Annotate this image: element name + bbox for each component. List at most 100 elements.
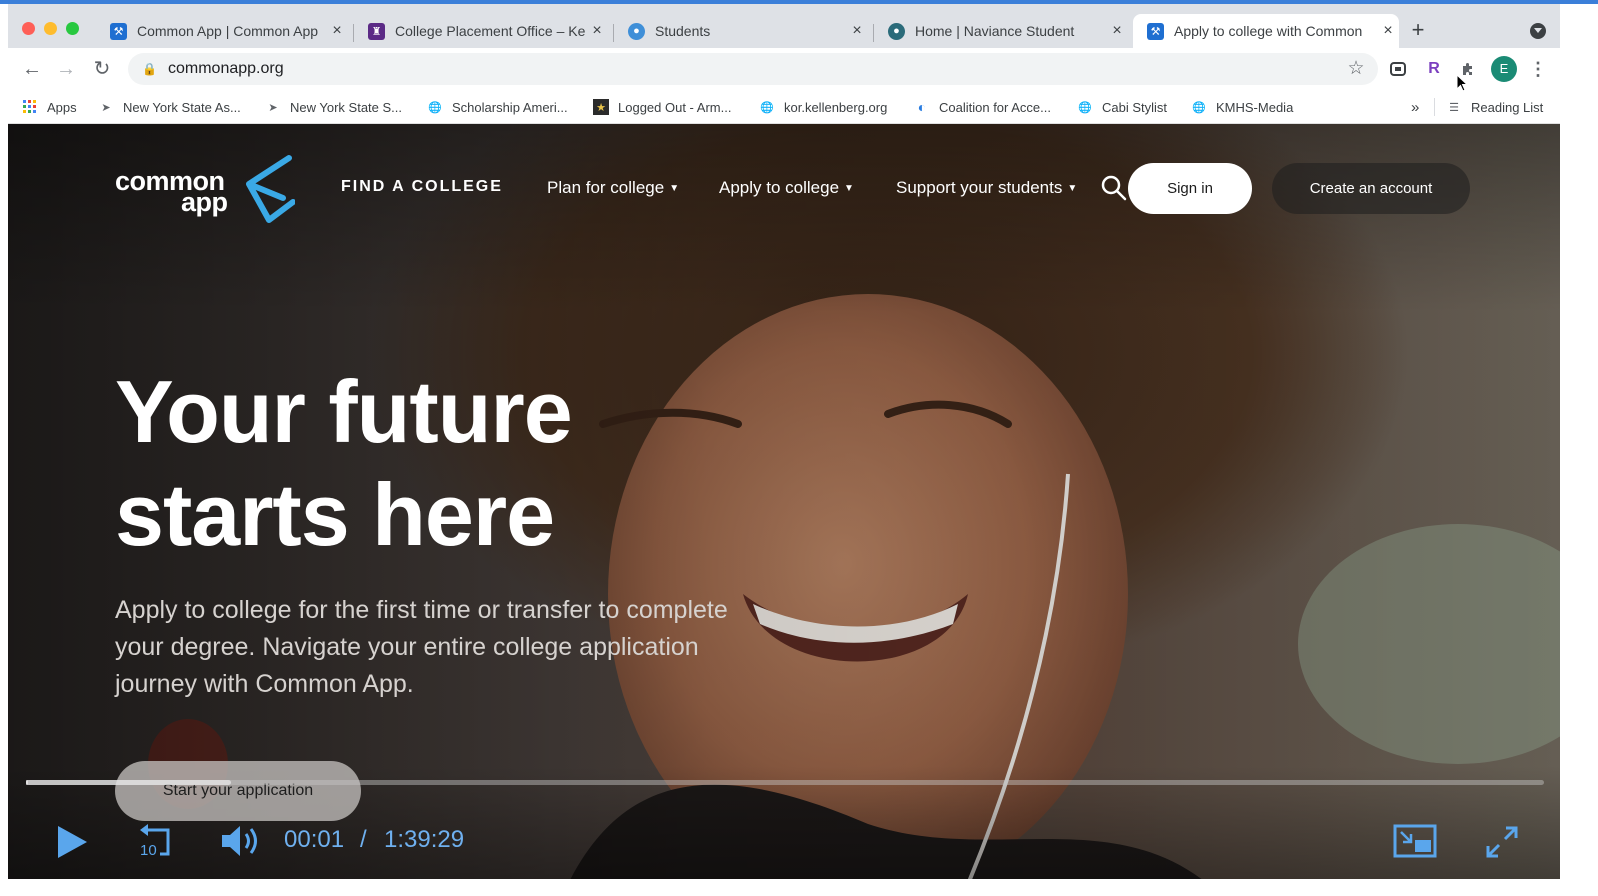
common-app-favicon-icon: ⚒ (1147, 22, 1164, 40)
naviance-favicon-icon: ● (888, 22, 905, 40)
bookmark-label: kor.kellenberg.org (784, 99, 888, 115)
close-tab-icon[interactable]: × (586, 22, 608, 40)
caret-down-icon: ▼ (669, 183, 680, 194)
bookmark-label: Cabi Stylist (1102, 99, 1168, 115)
profile-avatar[interactable]: E (1491, 56, 1517, 82)
close-tab-icon[interactable]: × (326, 22, 348, 40)
nav-label: Support your students (896, 178, 1063, 197)
globe-icon: 🌐 (1192, 101, 1206, 114)
tab-apply-common-app[interactable]: ⚒ Apply to college with Common × (1133, 14, 1399, 48)
globe-icon: 🌐 (428, 101, 442, 114)
nav-label: Apply to college (719, 178, 840, 197)
caret-down-icon: ▼ (1067, 183, 1078, 194)
search-icon[interactable] (1100, 174, 1128, 202)
tab-college-placement[interactable]: ♜ College Placement Office – Kel × (354, 14, 608, 48)
bookmark-label: Logged Out - Arm... (618, 99, 732, 115)
bookmark-nys-as[interactable]: ➤ New York State As... (98, 96, 240, 118)
coalition-icon: ◐ (917, 99, 927, 115)
close-tab-icon[interactable]: × (1377, 22, 1399, 40)
nav-support-your-students[interactable]: Support your students ▼ (896, 178, 1077, 198)
bookmark-logged-out-army[interactable]: ★ Logged Out - Arm... (593, 96, 731, 118)
extension-puzzle-box-icon[interactable] (1386, 57, 1410, 81)
url-text[interactable]: commonapp.org (168, 60, 284, 78)
nav-find-a-college[interactable]: FIND A COLLEGE (341, 178, 503, 196)
bookmark-apps[interactable]: Apps (22, 96, 77, 118)
close-tab-icon[interactable]: × (1106, 22, 1128, 40)
apps-grid-icon (22, 99, 38, 115)
screen: ⚒ Common App | Common App × ♜ College Pl… (0, 0, 1598, 896)
browser-toolbar: ← → ↻ 🔒 commonapp.org ☆ R E ⋮ (8, 48, 1560, 90)
tab-title: College Placement Office – Kel (395, 23, 586, 39)
caret-down-icon: ▼ (844, 183, 854, 194)
reload-icon[interactable]: ↻ (90, 57, 114, 81)
tab-title: Apply to college with Common (1174, 23, 1363, 39)
students-favicon-icon: ● (628, 22, 645, 40)
bookmark-label: New York State S... (290, 99, 403, 115)
headline-line-1: Your future (115, 362, 573, 461)
video-player[interactable]: common app FIND A COLLEGE Plan for colle… (8, 124, 1560, 879)
common-app-favicon-icon: ⚒ (110, 22, 127, 40)
bookmark-scholarship-america[interactable]: 🌐 Scholarship Ameri... (427, 96, 568, 118)
reading-list-button[interactable]: ☰ Reading List (1446, 96, 1543, 118)
globe-icon: 🌐 (760, 101, 774, 114)
bookmark-cabi-stylist[interactable]: 🌐 Cabi Stylist (1077, 96, 1167, 118)
rewind-10-button[interactable]: 10 (134, 820, 176, 860)
video-current-time: 00:01 (284, 826, 345, 853)
hero-headline: Your future starts here (115, 360, 573, 566)
volume-icon[interactable] (220, 822, 264, 860)
bookmark-kmhs-media[interactable]: 🌐 KMHS-Media (1191, 96, 1293, 118)
bookmark-label: Coalition for Acce... (939, 99, 1051, 115)
bookmark-star-icon[interactable]: ☆ (1344, 57, 1368, 81)
video-progress-bar[interactable] (26, 780, 1544, 785)
rewind-seconds-label: 10 (140, 842, 157, 859)
play-icon[interactable] (54, 824, 90, 860)
create-account-button[interactable]: Create an account (1272, 163, 1470, 214)
tab-title: Common App | Common App (137, 23, 319, 39)
bookmark-kor-kellenberg[interactable]: 🌐 kor.kellenberg.org (759, 96, 887, 118)
bookmark-coalition[interactable]: ◐ Coalition for Acce... (914, 96, 1051, 118)
logo-wordmark-line2: app (181, 187, 228, 217)
hero-subtext: Apply to college for the first time or t… (115, 596, 728, 698)
bird-icon: ➤ (101, 101, 111, 114)
video-buffer-fill (26, 780, 231, 785)
browser-tab-strip: ⚒ Common App | Common App × ♜ College Pl… (8, 4, 1560, 48)
picture-in-picture-icon[interactable] (1393, 824, 1437, 858)
close-tab-icon[interactable]: × (846, 22, 868, 40)
forward-arrow-icon[interactable]: → (54, 57, 78, 81)
back-arrow-icon[interactable]: ← (20, 57, 44, 81)
new-tab-plus-icon[interactable]: + (1406, 18, 1430, 42)
army-star-icon: ★ (593, 99, 609, 115)
tab-students[interactable]: ● Students × (614, 14, 868, 48)
bookmark-label: Scholarship Ameri... (452, 99, 568, 115)
tab-naviance[interactable]: ● Home | Naviance Student × (874, 14, 1128, 48)
video-time-separator: / (360, 826, 367, 853)
bookmark-label: KMHS-Media (1216, 99, 1294, 115)
bird-icon: ➤ (268, 101, 278, 114)
tab-search-icon[interactable] (1530, 23, 1546, 39)
bookmark-nys-s[interactable]: ➤ New York State S... (265, 96, 402, 118)
close-window-button[interactable] (22, 22, 35, 35)
tab-common-app[interactable]: ⚒ Common App | Common App × (96, 14, 348, 48)
maximize-window-button[interactable] (66, 22, 79, 35)
sign-in-button[interactable]: Sign in (1128, 163, 1252, 214)
globe-icon: 🌐 (1078, 101, 1092, 114)
nav-apply-to-college[interactable]: Apply to college ▼ (719, 178, 854, 198)
address-bar[interactable]: 🔒 commonapp.org (128, 53, 1378, 85)
nav-label: Plan for college (547, 178, 665, 197)
chrome-menu-icon[interactable]: ⋮ (1526, 57, 1550, 81)
extension-r-icon[interactable]: R (1422, 57, 1446, 81)
reading-list-label: Reading List (1471, 99, 1544, 115)
common-app-logo-mark-icon (246, 155, 295, 223)
nav-plan-for-college[interactable]: Plan for college ▼ (547, 178, 679, 198)
lock-icon[interactable]: 🔒 (142, 62, 157, 76)
start-application-button[interactable]: Start your application (115, 761, 361, 821)
minimize-window-button[interactable] (44, 22, 57, 35)
fullscreen-icon[interactable] (1484, 824, 1520, 860)
bookmark-label: Apps (47, 99, 77, 115)
video-total-time: 1:39:29 (384, 826, 465, 853)
video-progress-fill (26, 780, 28, 785)
mouse-cursor-icon (1456, 74, 1468, 92)
kellenberg-favicon-icon: ♜ (368, 22, 385, 40)
common-app-logo[interactable]: common app (115, 154, 295, 224)
bookmarks-overflow-icon[interactable]: » (1411, 96, 1419, 118)
